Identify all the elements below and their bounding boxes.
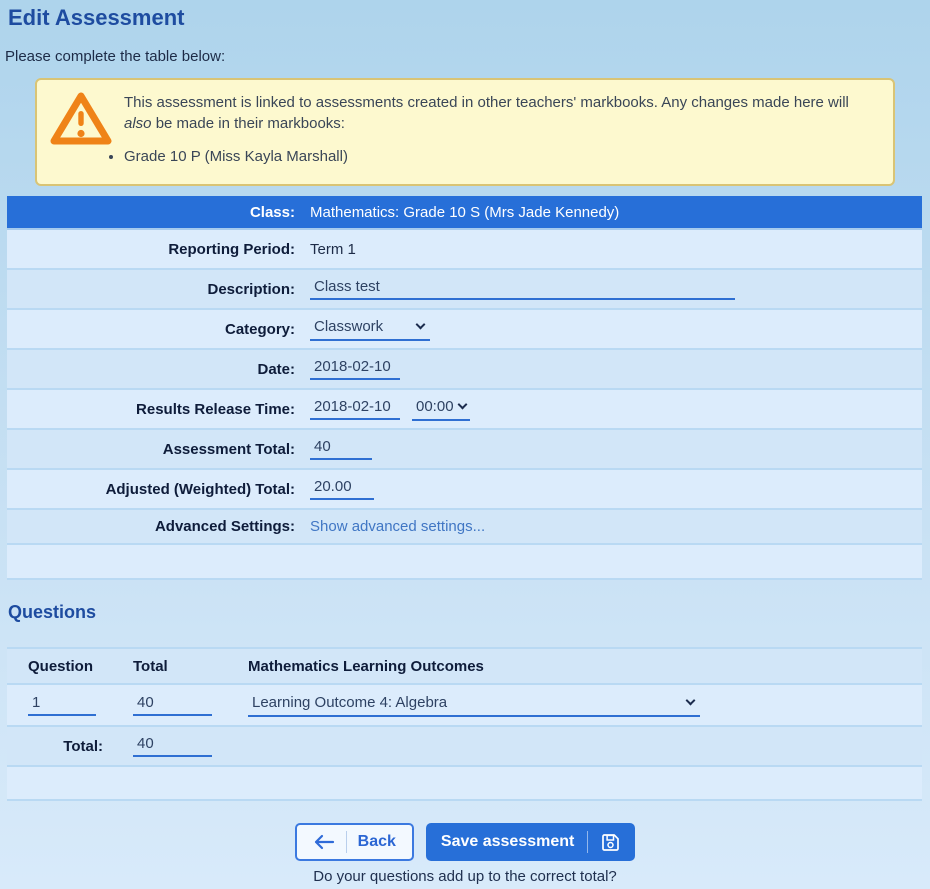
date-input[interactable] — [310, 358, 400, 380]
description-input[interactable] — [310, 278, 735, 300]
adjusted-total-input[interactable] — [310, 478, 374, 500]
advanced-settings-label: Advanced Settings: — [7, 518, 295, 535]
list-item: Grade 10 P (Miss Kayla Marshall) — [124, 146, 881, 167]
outcomes-column-header: Mathematics Learning Outcomes — [248, 658, 922, 675]
release-date-input[interactable] — [310, 398, 400, 420]
page-subtitle: Please complete the table below: — [5, 48, 930, 66]
questions-total-input[interactable] — [133, 735, 212, 757]
form-row-advanced-settings: Advanced Settings: Show advanced setting… — [7, 510, 922, 545]
results-release-label: Results Release Time: — [7, 401, 295, 418]
chevron-down-icon — [686, 696, 696, 706]
form-row-results-release: Results Release Time: 00:00 — [7, 390, 922, 430]
assessment-total-label: Assessment Total: — [7, 441, 295, 458]
description-label: Description: — [7, 281, 295, 298]
questions-total-label: Total: — [28, 738, 133, 755]
release-time-selected-value: 00:00 — [416, 398, 454, 415]
category-label: Category: — [7, 321, 295, 338]
back-button[interactable]: Back — [295, 823, 414, 861]
back-button-label: Back — [358, 833, 396, 851]
floppy-disk-icon — [601, 833, 620, 852]
category-selected-value: Classwork — [314, 318, 383, 335]
class-value: Mathematics: Grade 10 S (Mrs Jade Kenned… — [310, 204, 619, 221]
warning-emphasis: also — [124, 115, 152, 132]
chevron-down-icon — [457, 400, 467, 410]
footer-button-bar: Back Save assessment — [0, 823, 930, 861]
page-title: Edit Assessment — [8, 4, 930, 32]
question-total-input[interactable] — [133, 694, 212, 716]
form-row-assessment-total: Assessment Total: — [7, 430, 922, 470]
form-row-class: Class: Mathematics: Grade 10 S (Mrs Jade… — [7, 196, 922, 230]
question-row: Learning Outcome 4: Algebra — [7, 685, 922, 727]
save-button-label: Save assessment — [441, 833, 574, 851]
warning-triangle-icon — [49, 90, 113, 148]
question-column-header: Question — [28, 658, 133, 675]
warning-icon-column — [37, 80, 124, 184]
date-label: Date: — [7, 361, 295, 378]
category-select[interactable]: Classwork — [310, 318, 430, 341]
form-row-adjusted-total: Adjusted (Weighted) Total: — [7, 470, 922, 510]
button-divider — [346, 831, 347, 853]
assessment-form-table: Class: Mathematics: Grade 10 S (Mrs Jade… — [7, 196, 922, 580]
reporting-period-value: Term 1 — [310, 241, 356, 258]
linked-markbooks-list: Grade 10 P (Miss Kayla Marshall) — [124, 146, 881, 167]
learning-outcome-select[interactable]: Learning Outcome 4: Algebra — [248, 694, 700, 717]
reporting-period-label: Reporting Period: — [7, 241, 295, 258]
chevron-down-icon — [416, 320, 426, 330]
footer-hint: Do your questions add up to the correct … — [0, 868, 930, 885]
form-row-description: Description: — [7, 270, 922, 310]
back-arrow-icon — [313, 834, 335, 850]
warning-text: This assessment is linked to assessments… — [124, 80, 893, 184]
questions-table: Question Total Mathematics Learning Outc… — [7, 647, 922, 801]
assessment-total-input[interactable] — [310, 438, 372, 460]
show-advanced-settings-link[interactable]: Show advanced settings... — [310, 518, 485, 535]
linked-assessment-warning: This assessment is linked to assessments… — [35, 78, 895, 186]
adjusted-total-label: Adjusted (Weighted) Total: — [7, 481, 295, 498]
learning-outcome-selected-value: Learning Outcome 4: Algebra — [252, 694, 447, 711]
save-assessment-button[interactable]: Save assessment — [426, 823, 635, 861]
button-divider — [587, 831, 588, 853]
question-number-input[interactable] — [28, 694, 96, 716]
form-row-empty — [7, 545, 922, 580]
total-column-header: Total — [133, 658, 248, 675]
form-row-date: Date: — [7, 350, 922, 390]
warning-message: This assessment is linked to assessments… — [124, 92, 881, 134]
questions-empty-row — [7, 767, 922, 801]
form-row-reporting-period: Reporting Period: Term 1 — [7, 230, 922, 270]
form-row-category: Category: Classwork — [7, 310, 922, 350]
release-time-select[interactable]: 00:00 — [412, 398, 470, 421]
questions-heading: Questions — [8, 602, 930, 623]
questions-total-row: Total: — [7, 727, 922, 767]
class-label: Class: — [7, 204, 295, 221]
questions-header-row: Question Total Mathematics Learning Outc… — [7, 649, 922, 685]
